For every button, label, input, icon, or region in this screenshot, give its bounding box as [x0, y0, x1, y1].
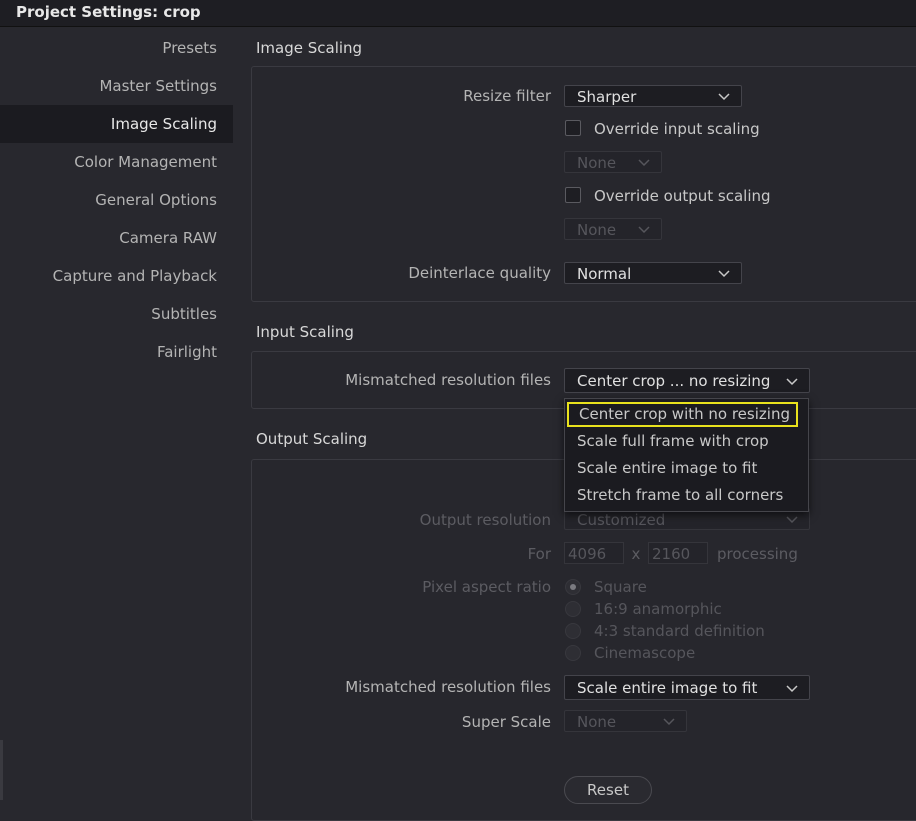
deinterlace-label: Deinterlace quality	[408, 264, 551, 282]
super-scale-dropdown[interactable]: None	[564, 710, 687, 732]
sidebar-item-presets[interactable]: Presets	[0, 29, 217, 67]
input-mismatched-label: Mismatched resolution files	[345, 371, 551, 389]
settings-sidebar: Presets Master Settings Image Scaling Co…	[0, 27, 233, 800]
override-output-dropdown[interactable]: None	[564, 218, 662, 240]
sidebar-item-color-management[interactable]: Color Management	[0, 143, 217, 181]
radio-4-3-label: 4:3 standard definition	[594, 622, 765, 640]
pixel-aspect-label: Pixel aspect ratio	[422, 578, 551, 596]
option-scale-entire-image[interactable]: Scale entire image to fit	[565, 455, 808, 482]
chevron-down-icon	[717, 86, 731, 108]
option-center-crop[interactable]: Center crop with no resizing	[567, 402, 798, 427]
sidebar-item-subtitles[interactable]: Subtitles	[0, 295, 217, 333]
x-label: x	[631, 545, 641, 563]
override-output-checkbox[interactable]	[565, 187, 581, 203]
width-input[interactable]: 4096	[564, 542, 624, 564]
chevron-down-icon	[785, 509, 799, 531]
output-mismatched-label: Mismatched resolution files	[345, 678, 551, 696]
radio-cinemascope[interactable]	[565, 645, 581, 661]
output-mismatched-value: Scale entire image to fit	[577, 679, 758, 697]
override-output-value: None	[577, 221, 617, 239]
sidebar-item-master-settings[interactable]: Master Settings	[0, 67, 217, 105]
output-resolution-label: Output resolution	[419, 511, 551, 529]
radio-cinemascope-label: Cinemascope	[594, 644, 696, 662]
output-scaling-heading: Output Scaling	[256, 430, 368, 448]
radio-16-9-label: 16:9 anamorphic	[594, 600, 722, 618]
sidebar-item-image-scaling[interactable]: Image Scaling	[0, 105, 233, 143]
radio-square[interactable]	[565, 579, 581, 595]
chevron-down-icon	[717, 263, 731, 285]
resize-filter-value: Sharper	[577, 88, 637, 106]
chevron-down-icon	[637, 219, 651, 241]
super-scale-value: None	[577, 713, 617, 731]
option-scale-full-frame[interactable]: Scale full frame with crop	[565, 428, 808, 455]
override-input-label: Override input scaling	[594, 120, 760, 138]
chevron-down-icon	[785, 676, 799, 698]
chevron-down-icon	[662, 711, 676, 733]
deinterlace-dropdown[interactable]: Normal	[564, 262, 742, 284]
override-input-value: None	[577, 154, 617, 172]
resize-filter-label: Resize filter	[463, 87, 551, 105]
radio-square-label: Square	[594, 578, 647, 596]
resize-filter-dropdown[interactable]: Sharper	[564, 85, 742, 107]
chevron-down-icon	[637, 152, 651, 174]
sidebar-item-fairlight[interactable]: Fairlight	[0, 333, 217, 371]
title-bar: Project Settings: crop	[0, 0, 916, 27]
super-scale-label: Super Scale	[461, 713, 551, 731]
sidebar-edge	[0, 740, 3, 800]
output-mismatched-dropdown[interactable]: Scale entire image to fit	[564, 675, 810, 700]
image-scaling-heading: Image Scaling	[256, 39, 363, 57]
for-label: For	[527, 545, 551, 563]
deinterlace-value: Normal	[577, 265, 632, 283]
override-input-dropdown[interactable]: None	[564, 151, 662, 173]
sidebar-item-camera-raw[interactable]: Camera RAW	[0, 219, 217, 257]
height-input[interactable]: 2160	[648, 542, 708, 564]
radio-4-3[interactable]	[565, 623, 581, 639]
input-mismatched-value: Center crop ... no resizing	[577, 372, 771, 390]
window-title: Project Settings: crop	[16, 3, 201, 21]
override-output-label: Override output scaling	[594, 187, 771, 205]
output-resolution-value: Customized	[577, 511, 666, 529]
option-stretch-frame[interactable]: Stretch frame to all corners	[565, 482, 808, 509]
override-input-checkbox[interactable]	[565, 120, 581, 136]
input-scaling-heading: Input Scaling	[256, 323, 354, 341]
input-mismatched-dropdown[interactable]: Center crop ... no resizing	[564, 368, 810, 393]
sidebar-item-capture-playback[interactable]: Capture and Playback	[0, 257, 217, 295]
chevron-down-icon	[785, 369, 799, 391]
mismatched-options-menu: Center crop with no resizing Scale full …	[564, 398, 809, 512]
radio-16-9[interactable]	[565, 601, 581, 617]
processing-label: processing	[717, 545, 798, 563]
sidebar-item-general-options[interactable]: General Options	[0, 181, 217, 219]
